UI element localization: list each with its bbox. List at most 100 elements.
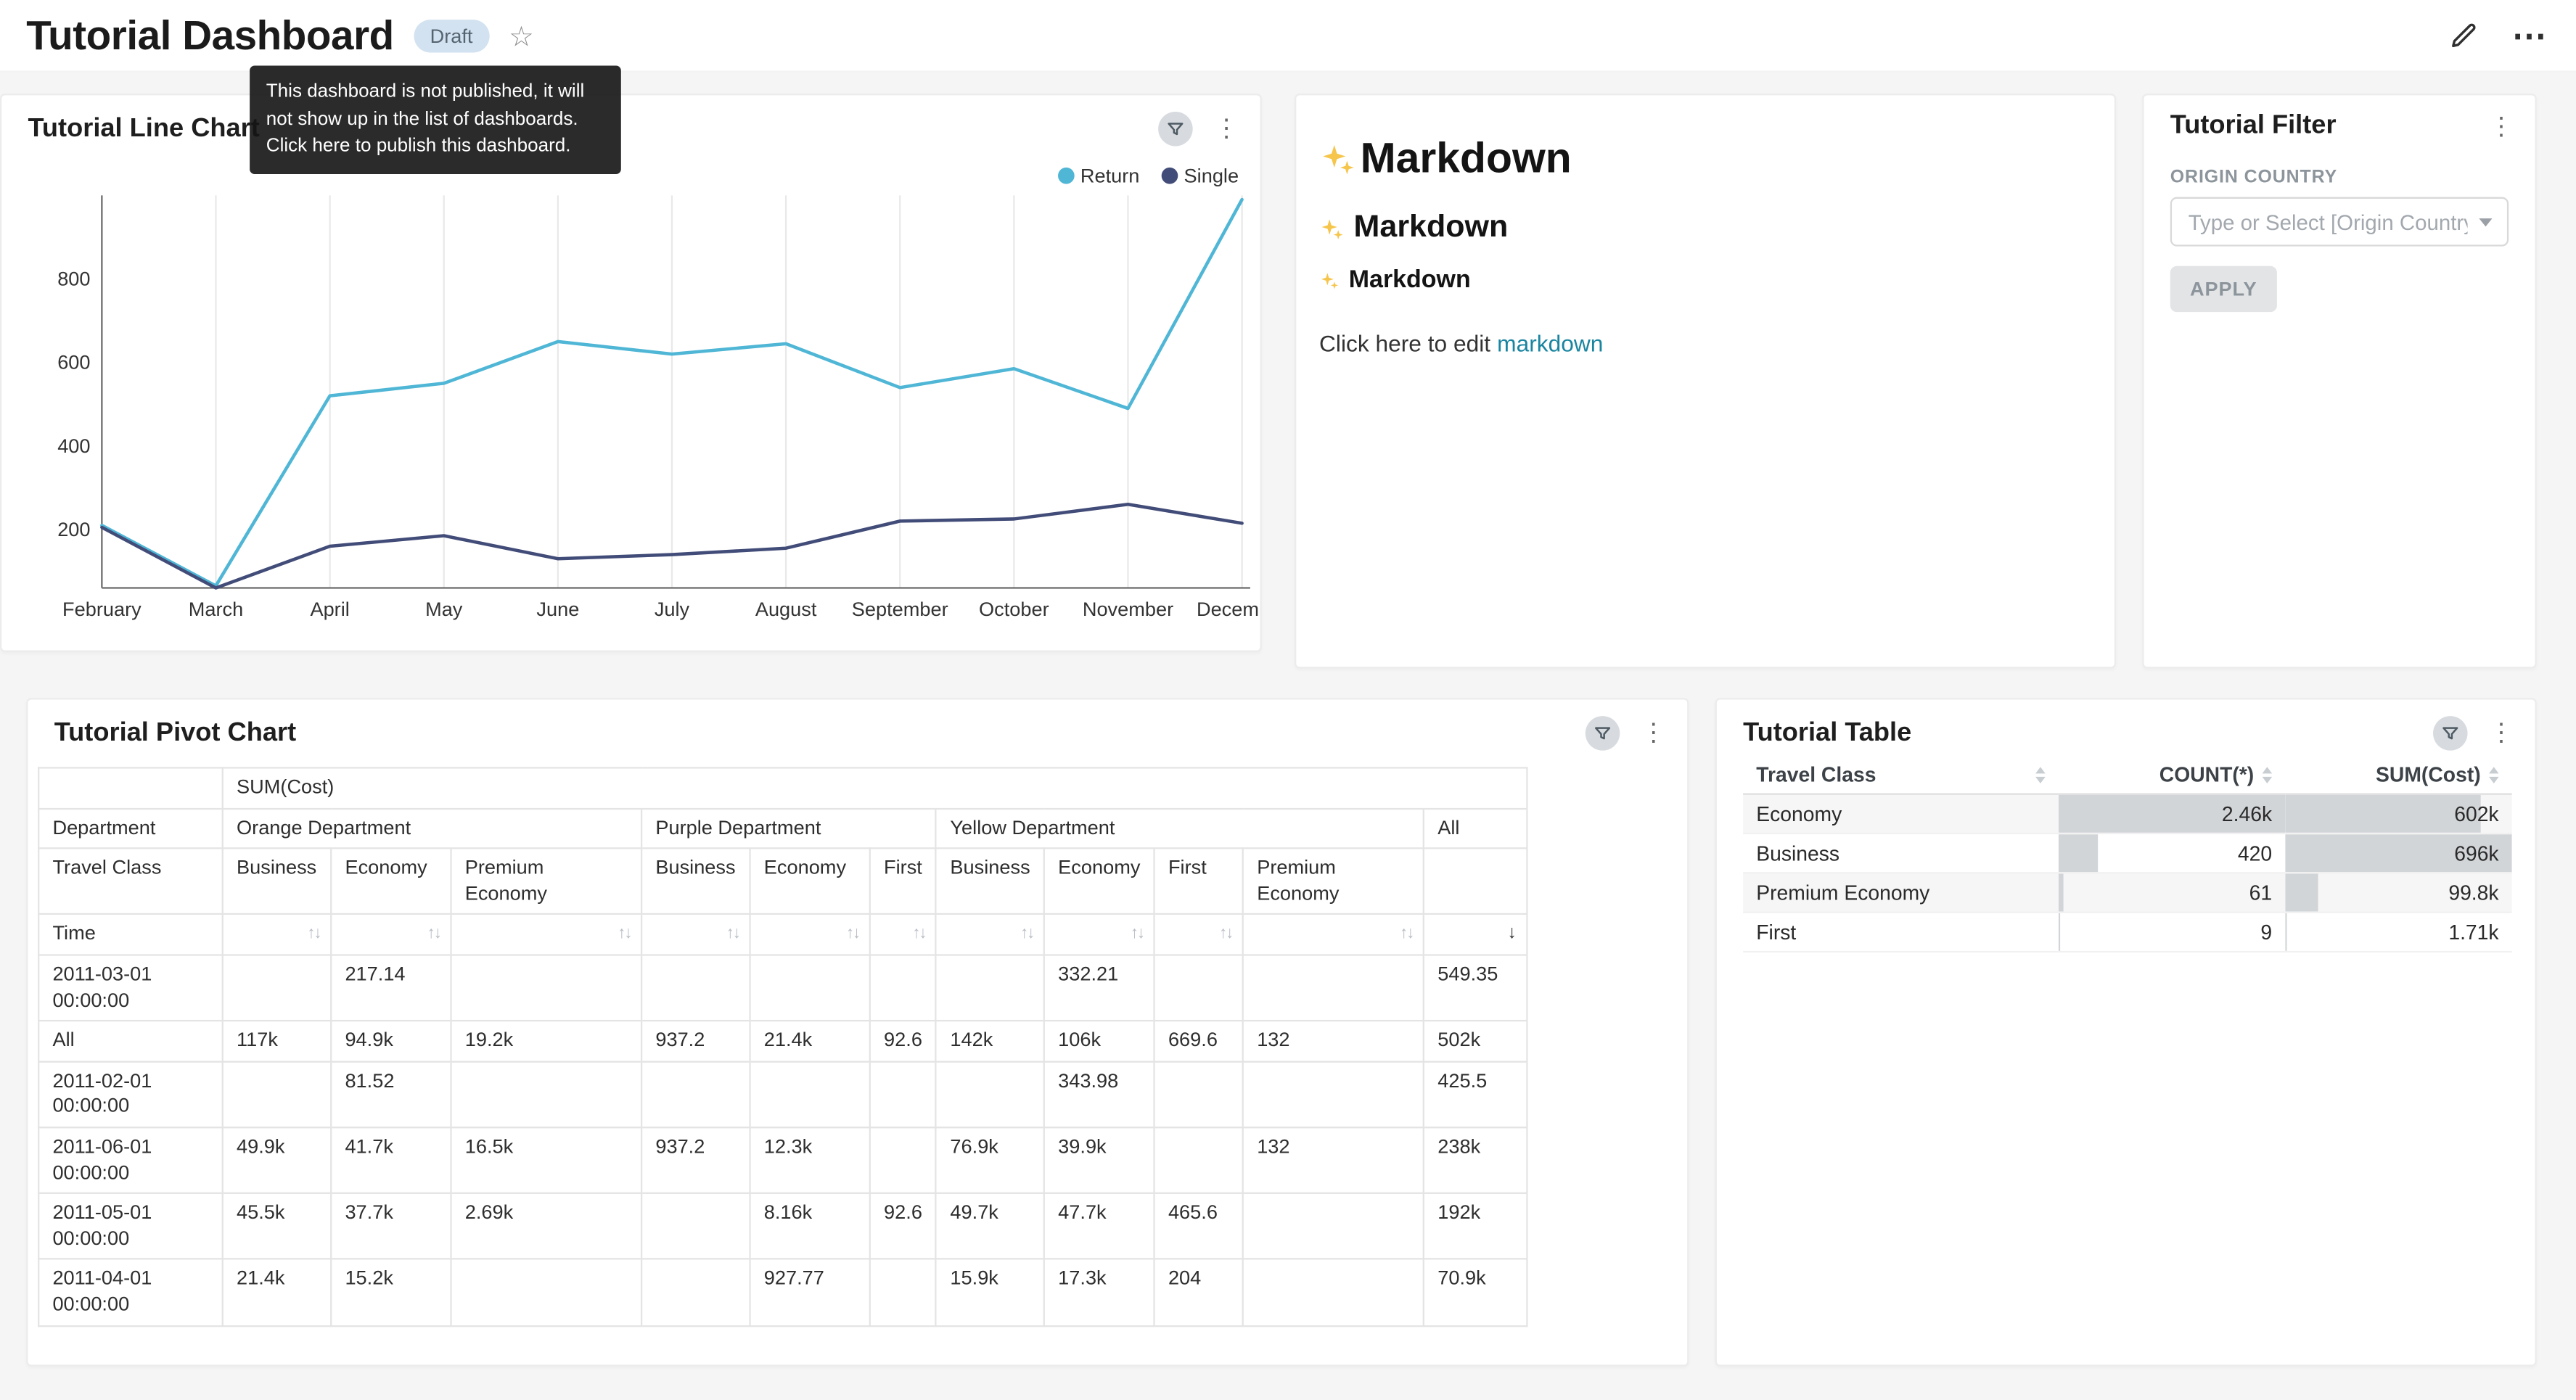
sort-icon[interactable]: ↑↓	[427, 925, 440, 943]
legend-item[interactable]: Return	[1057, 164, 1139, 187]
table-row[interactable]: Premium Economy6199.8k	[1743, 873, 2512, 912]
pivot-class-header: Premium Economy	[1243, 849, 1424, 915]
publish-tooltip[interactable]: This dashboard is not published, it will…	[250, 66, 621, 174]
line-chart-plot[interactable]: 200400600800FebruaryMarchAprilMayJuneJul…	[1, 186, 1262, 633]
card-title: Tutorial Filter	[2170, 112, 2337, 141]
card-actions: ⋮	[2489, 114, 2514, 139]
pivot-cell: 15.9k	[936, 1259, 1044, 1325]
pivot-sort-cell: ↑↓	[1154, 915, 1243, 955]
pivot-cell	[750, 1061, 870, 1127]
pivot-cell: 49.7k	[936, 1193, 1044, 1259]
sort-icon[interactable]: ↑↓	[726, 925, 739, 943]
pivot-cell: 106k	[1044, 1021, 1154, 1061]
count-cell: 2.46k	[2059, 794, 2285, 833]
cross-filter-icon[interactable]	[1586, 716, 1620, 751]
cross-filter-icon[interactable]	[2433, 716, 2468, 751]
pivot-column-dimension-label: Department	[38, 808, 223, 849]
sort-icon[interactable]: ↑↓	[1020, 925, 1033, 943]
markdown-edit-hint: Click here to edit markdown	[1319, 330, 2091, 356]
pivot-cell	[1154, 1127, 1243, 1193]
pivot-class-header: First	[1154, 849, 1243, 915]
data-bar	[2059, 834, 2097, 872]
favorite-star-icon[interactable]: ☆	[509, 22, 534, 50]
origin-country-select[interactable]	[2170, 197, 2509, 247]
pivot-cell	[1243, 1061, 1424, 1127]
pivot-sort-cell: ↑↓	[870, 915, 936, 955]
sort-icon[interactable]: ↑↓	[1400, 925, 1413, 943]
edit-pencil-icon[interactable]	[2450, 21, 2479, 51]
column-header[interactable]: SUM(Cost)	[2285, 757, 2511, 794]
pivot-sort-cell: ↑↓	[750, 915, 870, 955]
pivot-data-row: 2011-03-01 00:00:00217.14332.21549.35	[38, 955, 1527, 1021]
svg-text:April: April	[310, 598, 349, 620]
pivot-cell	[1243, 1259, 1424, 1325]
kebab-menu-icon[interactable]: ⋮	[2489, 114, 2514, 139]
count-cell: 420	[2059, 833, 2285, 873]
travel-class-cell: Business	[1743, 833, 2059, 873]
markdown-heading-2: Markdown	[1319, 210, 2091, 247]
pivot-empty-header	[1424, 849, 1527, 915]
markdown-heading-2-text: Markdown	[1354, 210, 1509, 247]
pivot-cell	[451, 1061, 641, 1127]
pivot-chart-card: Tutorial Pivot Chart ⋮ SUM(Cost)Departme…	[26, 698, 1689, 1366]
pivot-all-header: All	[1424, 808, 1527, 849]
sort-icon[interactable]: ↑↓	[1131, 925, 1144, 943]
sort-icon[interactable]: ↑↓	[846, 925, 859, 943]
card-header: Tutorial Table ⋮	[1743, 716, 2514, 751]
kebab-menu-icon[interactable]: ⋮	[1214, 117, 1239, 141]
pivot-cell	[870, 1259, 936, 1325]
svg-text:June: June	[536, 598, 579, 620]
column-header[interactable]: COUNT(*)	[2059, 757, 2285, 794]
kebab-menu-icon[interactable]: ⋮	[2489, 721, 2514, 746]
pivot-class-header: Business	[641, 849, 750, 915]
pivot-sort-row-label: Time	[38, 915, 223, 955]
svg-text:February: February	[62, 598, 141, 620]
pivot-measure-header: SUM(Cost)	[223, 767, 1527, 808]
pivot-cell: 502k	[1424, 1021, 1527, 1061]
pivot-cell: 76.9k	[936, 1127, 1044, 1193]
sum-cell: 99.8k	[2285, 873, 2511, 912]
pivot-group-header: Purple Department	[641, 808, 936, 849]
cross-filter-icon[interactable]	[1158, 112, 1193, 147]
sort-icon[interactable]: ↑↓	[307, 925, 320, 943]
apply-button[interactable]: APPLY	[2170, 266, 2277, 312]
line-chart-card: Tutorial Line Chart ⋮ ReturnSingle 20040…	[0, 94, 1262, 652]
svg-text:200: 200	[57, 518, 90, 540]
pivot-cell	[641, 955, 750, 1021]
pivot-class-header: First	[870, 849, 936, 915]
card-title: Tutorial Pivot Chart	[54, 719, 296, 749]
status-badge[interactable]: Draft	[414, 20, 489, 52]
table-row[interactable]: First91.71k	[1743, 913, 2512, 952]
origin-country-input[interactable]	[2170, 197, 2509, 247]
sort-icon[interactable]	[2263, 767, 2273, 783]
edit-hint-text: Click here to edit	[1319, 330, 1490, 356]
sort-icon[interactable]	[2035, 767, 2046, 783]
pivot-cell	[870, 955, 936, 1021]
pivot-row-label: 2011-02-01 00:00:00	[38, 1061, 223, 1127]
markdown-card: Markdown Markdown Markdown Click here to…	[1295, 94, 2116, 668]
markdown-edit-link[interactable]: markdown	[1497, 330, 1603, 356]
markdown-heading-1: Markdown	[1319, 133, 2091, 184]
sort-descending-icon[interactable]: ↓	[1507, 923, 1516, 943]
sort-icon[interactable]	[2489, 767, 2499, 783]
table-row[interactable]: Economy2.46k602k	[1743, 794, 2512, 833]
svg-text:July: July	[655, 598, 690, 620]
legend-item[interactable]: Single	[1161, 164, 1239, 187]
filter-field-label: ORIGIN COUNTRY	[2170, 168, 2509, 187]
count-cell: 9	[2059, 913, 2285, 952]
table-row[interactable]: Business420696k	[1743, 833, 2512, 873]
pivot-cell: 45.5k	[223, 1193, 331, 1259]
pivot-cell: 47.7k	[1044, 1193, 1154, 1259]
kebab-menu-icon[interactable]: ⋮	[1641, 721, 1666, 746]
sort-icon[interactable]: ↑↓	[912, 925, 925, 943]
pivot-cell	[641, 1061, 750, 1127]
sort-icon[interactable]: ↑↓	[1219, 925, 1232, 943]
sparkles-icon	[1319, 141, 1355, 177]
pivot-sort-cell: ↓	[1424, 915, 1527, 955]
sort-icon[interactable]: ↑↓	[618, 925, 631, 943]
more-ellipsis-icon[interactable]: ⋯	[2512, 19, 2547, 54]
pivot-cell	[451, 1259, 641, 1325]
pivot-row-label: 2011-03-01 00:00:00	[38, 955, 223, 1021]
pivot-class-row: Travel ClassBusinessEconomyPremium Econo…	[38, 849, 1527, 915]
column-header[interactable]: Travel Class	[1743, 757, 2059, 794]
